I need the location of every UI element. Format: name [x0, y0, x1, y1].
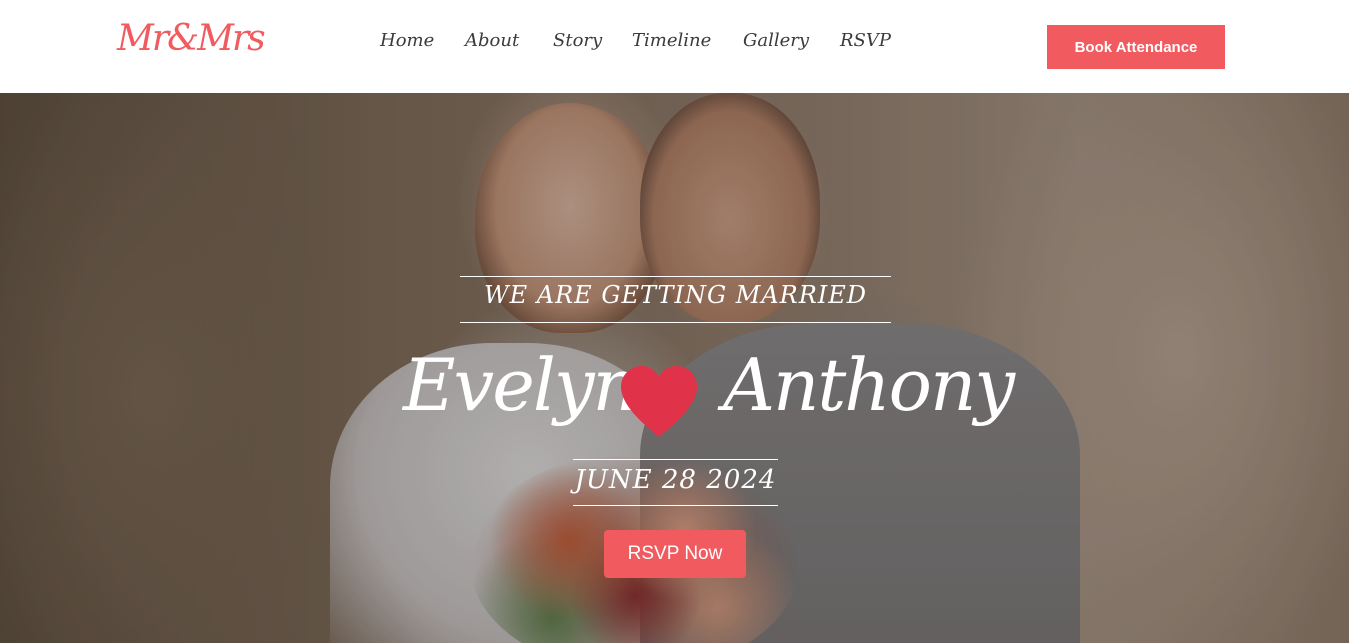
hero-tagline: WE ARE GETTING MARRIED: [483, 281, 868, 309]
date-bottom-divider: [573, 505, 778, 506]
rsvp-now-button[interactable]: RSVP Now: [604, 530, 746, 578]
bride-name: Evelyn: [403, 343, 639, 427]
nav-item-about[interactable]: About: [465, 30, 519, 51]
date-top-divider: [573, 459, 778, 460]
wedding-date: JUNE 28 2024: [574, 465, 777, 495]
tagline-top-divider: [460, 276, 891, 277]
hero-content: WE ARE GETTING MARRIED Evelyn Anthony JU…: [0, 93, 1349, 643]
hero-section: WE ARE GETTING MARRIED Evelyn Anthony JU…: [0, 93, 1349, 643]
site-logo[interactable]: Mr&Mrs: [117, 18, 266, 59]
groom-name: Anthony: [723, 343, 1015, 427]
nav-item-rsvp[interactable]: RSVP: [840, 30, 891, 51]
book-attendance-button[interactable]: Book Attendance: [1047, 25, 1225, 69]
nav-item-timeline[interactable]: Timeline: [632, 30, 711, 51]
tagline-bottom-divider: [460, 322, 891, 323]
couple-names: Evelyn Anthony: [395, 343, 1015, 443]
nav-item-home[interactable]: Home: [380, 30, 434, 51]
site-header: Mr&Mrs Home About Story Timeline Gallery…: [0, 0, 1349, 93]
nav-item-gallery[interactable]: Gallery: [743, 30, 809, 51]
nav-item-story[interactable]: Story: [553, 30, 602, 51]
heart-icon: [621, 366, 697, 437]
